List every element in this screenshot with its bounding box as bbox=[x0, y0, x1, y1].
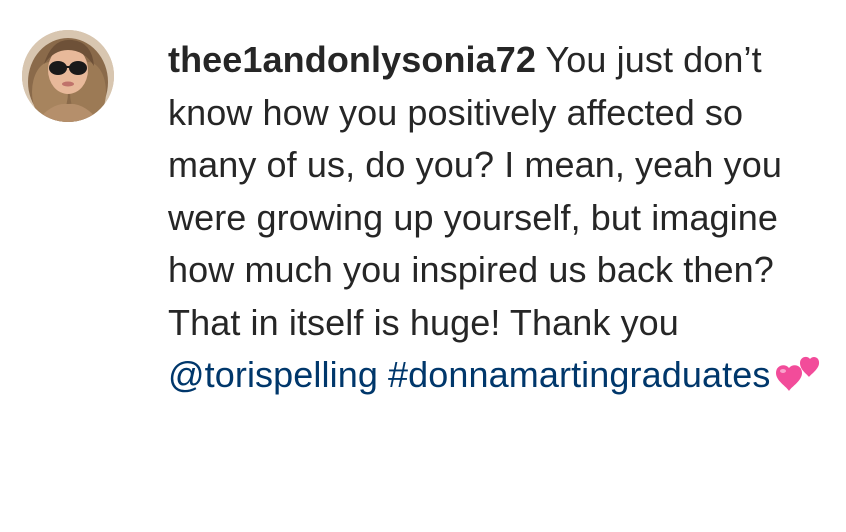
avatar[interactable] bbox=[22, 30, 114, 122]
comment-text: You just don’t know how you positively a… bbox=[168, 39, 782, 343]
avatar-image bbox=[22, 30, 114, 122]
comment-body: thee1andonlysonia72 You just don’t know … bbox=[168, 34, 828, 408]
comment: thee1andonlysonia72 You just don’t know … bbox=[0, 0, 846, 532]
comment-username[interactable]: thee1andonlysonia72 bbox=[168, 39, 536, 80]
two-hearts-icon bbox=[774, 353, 820, 408]
mention-link[interactable]: @torispelling bbox=[168, 354, 378, 395]
hashtag-link[interactable]: #donnamartingraduates bbox=[388, 354, 770, 395]
